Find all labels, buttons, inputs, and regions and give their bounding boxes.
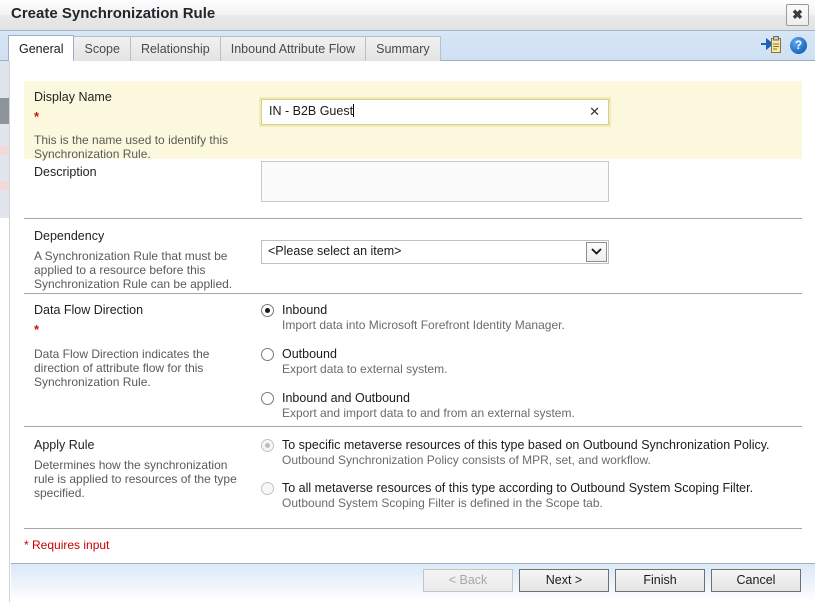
radio-outbound-label: Outbound [282, 347, 337, 361]
data-flow-label: Data Flow Direction [34, 303, 144, 317]
finish-button[interactable]: Finish [615, 569, 705, 592]
data-flow-radio-group: Inbound Import data into Microsoft Foref… [261, 302, 801, 423]
dependency-select-col: <Please select an item> [261, 240, 609, 264]
radio-outbound[interactable]: Outbound Export data to external system. [261, 346, 801, 377]
data-flow-description: Data Flow Direction indicates the direct… [34, 347, 210, 389]
footer-button-group: < Back Next > Finish Cancel [423, 569, 801, 592]
window-left-chrome [0, 0, 10, 602]
display-name-required-marker: * [34, 109, 40, 124]
tab-general[interactable]: General [8, 35, 75, 61]
clear-icon[interactable]: ✕ [589, 104, 600, 120]
display-name-label: Display Name [34, 90, 112, 104]
close-icon[interactable]: ✖ [786, 4, 809, 26]
tab-summary[interactable]: Summary [366, 36, 441, 61]
radio-all-metaverse-resources[interactable]: To all metaverse resources of this type … [261, 480, 806, 511]
apply-rule-description: Determines how the synchronization rule … [34, 458, 237, 500]
description-textarea[interactable] [261, 161, 609, 202]
tab-inbound-attribute-flow[interactable]: Inbound Attribute Flow [220, 36, 367, 61]
radio-inbound-and-outbound-label: Inbound and Outbound [282, 391, 410, 405]
radio-inbound-label: Inbound [282, 303, 328, 317]
radio-inbound-and-outbound[interactable]: Inbound and Outbound Export and import d… [261, 390, 801, 421]
apply-rule-label: Apply Rule [34, 438, 95, 452]
title-bar: Create Synchronization Rule ✖ [0, 0, 815, 31]
radio-all-metaverse-resources-label: To all metaverse resources of this type … [282, 481, 754, 495]
display-name-description: This is the name used to identify this S… [34, 133, 229, 161]
tab-strip: General Scope Relationship Inbound Attri… [0, 31, 815, 61]
radio-specific-metaverse-resources-sub: Outbound Synchronization Policy consists… [282, 453, 651, 467]
dependency-label-col: Dependency A Synchronization Rule that m… [34, 229, 249, 291]
divider-4 [24, 528, 802, 529]
cancel-button[interactable]: Cancel [711, 569, 801, 592]
dialog-footer: < Back Next > Finish Cancel [11, 564, 815, 602]
apply-rule-label-col: Apply Rule Determines how the synchroniz… [34, 438, 249, 500]
tab-list: General Scope Relationship Inbound Attri… [8, 35, 441, 61]
description-label-col: Description [34, 165, 249, 180]
radio-specific-metaverse-resources-dot[interactable] [261, 439, 274, 452]
section-dependency: Dependency A Synchronization Rule that m… [24, 219, 802, 293]
help-icon[interactable]: ? [790, 37, 807, 54]
radio-all-metaverse-resources-dot[interactable] [261, 482, 274, 495]
radio-inbound[interactable]: Inbound Import data into Microsoft Foref… [261, 302, 801, 333]
display-name-input-value: IN - B2B Guest [269, 104, 355, 118]
radio-outbound-dot[interactable] [261, 348, 274, 361]
dependency-selected-value: <Please select an item> [268, 244, 402, 258]
dependency-select[interactable]: <Please select an item> [261, 240, 609, 264]
display-name-input-col: IN - B2B Guest ✕ [259, 97, 611, 127]
apply-rule-radio-group: To specific metaverse resources of this … [261, 437, 806, 513]
tab-relationship[interactable]: Relationship [130, 36, 221, 61]
dependency-description: A Synchronization Rule that must be appl… [34, 249, 233, 291]
next-button[interactable]: Next > [519, 569, 609, 592]
general-tab-panel: Display Name * This is the name used to … [11, 61, 815, 531]
dependency-label: Dependency [34, 229, 105, 243]
back-button[interactable]: < Back [423, 569, 513, 592]
radio-outbound-sub: Export data to external system. [282, 362, 448, 376]
section-apply-rule: Apply Rule Determines how the synchroniz… [24, 427, 802, 522]
radio-inbound-and-outbound-sub: Export and import data to and from an ex… [282, 406, 575, 420]
data-flow-required-marker: * [34, 322, 40, 337]
window-title: Create Synchronization Rule [11, 5, 216, 22]
radio-specific-metaverse-resources-label: To specific metaverse resources of this … [282, 438, 770, 452]
radio-all-metaverse-resources-sub: Outbound System Scoping Filter is define… [282, 496, 603, 510]
section-display-name: Display Name * This is the name used to … [24, 81, 802, 161]
section-description: Description [24, 159, 802, 219]
radio-inbound-and-outbound-dot[interactable] [261, 392, 274, 405]
display-name-input[interactable]: IN - B2B Guest ✕ [259, 97, 611, 127]
description-input-col [261, 161, 609, 202]
create-synchronization-rule-dialog: Create Synchronization Rule ✖ General Sc… [0, 0, 815, 602]
tab-scope[interactable]: Scope [74, 36, 131, 61]
description-label: Description [34, 165, 97, 179]
tab-toolbar: ? [761, 36, 807, 55]
requires-input-note: * Requires input [24, 538, 110, 552]
data-flow-label-col: Data Flow Direction * Data Flow Directio… [34, 303, 249, 389]
chevron-down-icon[interactable] [586, 242, 607, 262]
section-data-flow-direction: Data Flow Direction * Data Flow Directio… [24, 294, 802, 420]
radio-inbound-sub: Import data into Microsoft Forefront Ide… [282, 318, 565, 332]
radio-inbound-dot[interactable] [261, 304, 274, 317]
display-name-label-col: Display Name * This is the name used to … [34, 90, 249, 161]
clipboard-import-icon[interactable] [761, 36, 782, 55]
radio-specific-metaverse-resources[interactable]: To specific metaverse resources of this … [261, 437, 806, 468]
